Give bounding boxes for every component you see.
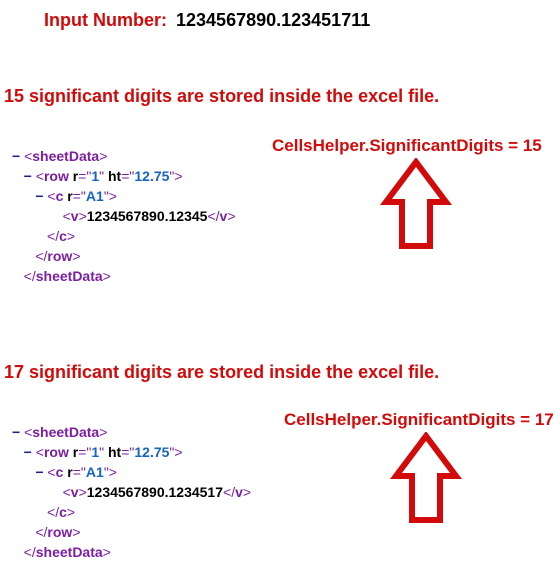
stored-value-15: 1234567890.12345	[87, 208, 208, 224]
row-r-17: 1	[91, 444, 99, 460]
xml-block-15: − <sheetData> − <row r="1" ht="12.75"> −…	[12, 126, 236, 286]
annotation-15: CellsHelper.SignificantDigits = 15	[272, 136, 542, 156]
section-heading-15: 15 significant digits are stored inside …	[4, 86, 439, 107]
row-ht-15: 12.75	[134, 168, 169, 184]
row-r-15: 1	[91, 168, 99, 184]
row-ht-17: 12.75	[134, 444, 169, 460]
input-label: Input Number:	[44, 10, 167, 30]
input-number-line: Input Number: 1234567890.123451711	[44, 10, 370, 31]
xml-block-17: − <sheetData> − <row r="1" ht="12.75"> −…	[12, 402, 251, 562]
arrow-up-icon	[390, 432, 462, 528]
annotation-17: CellsHelper.SignificantDigits = 17	[284, 410, 554, 430]
stored-value-17: 1234567890.1234517	[87, 484, 223, 500]
cell-r-15: A1	[86, 188, 104, 204]
input-value: 1234567890.123451711	[176, 10, 370, 30]
section-heading-17: 17 significant digits are stored inside …	[4, 362, 439, 383]
cell-r-17: A1	[86, 464, 104, 480]
arrow-up-icon	[380, 158, 452, 254]
